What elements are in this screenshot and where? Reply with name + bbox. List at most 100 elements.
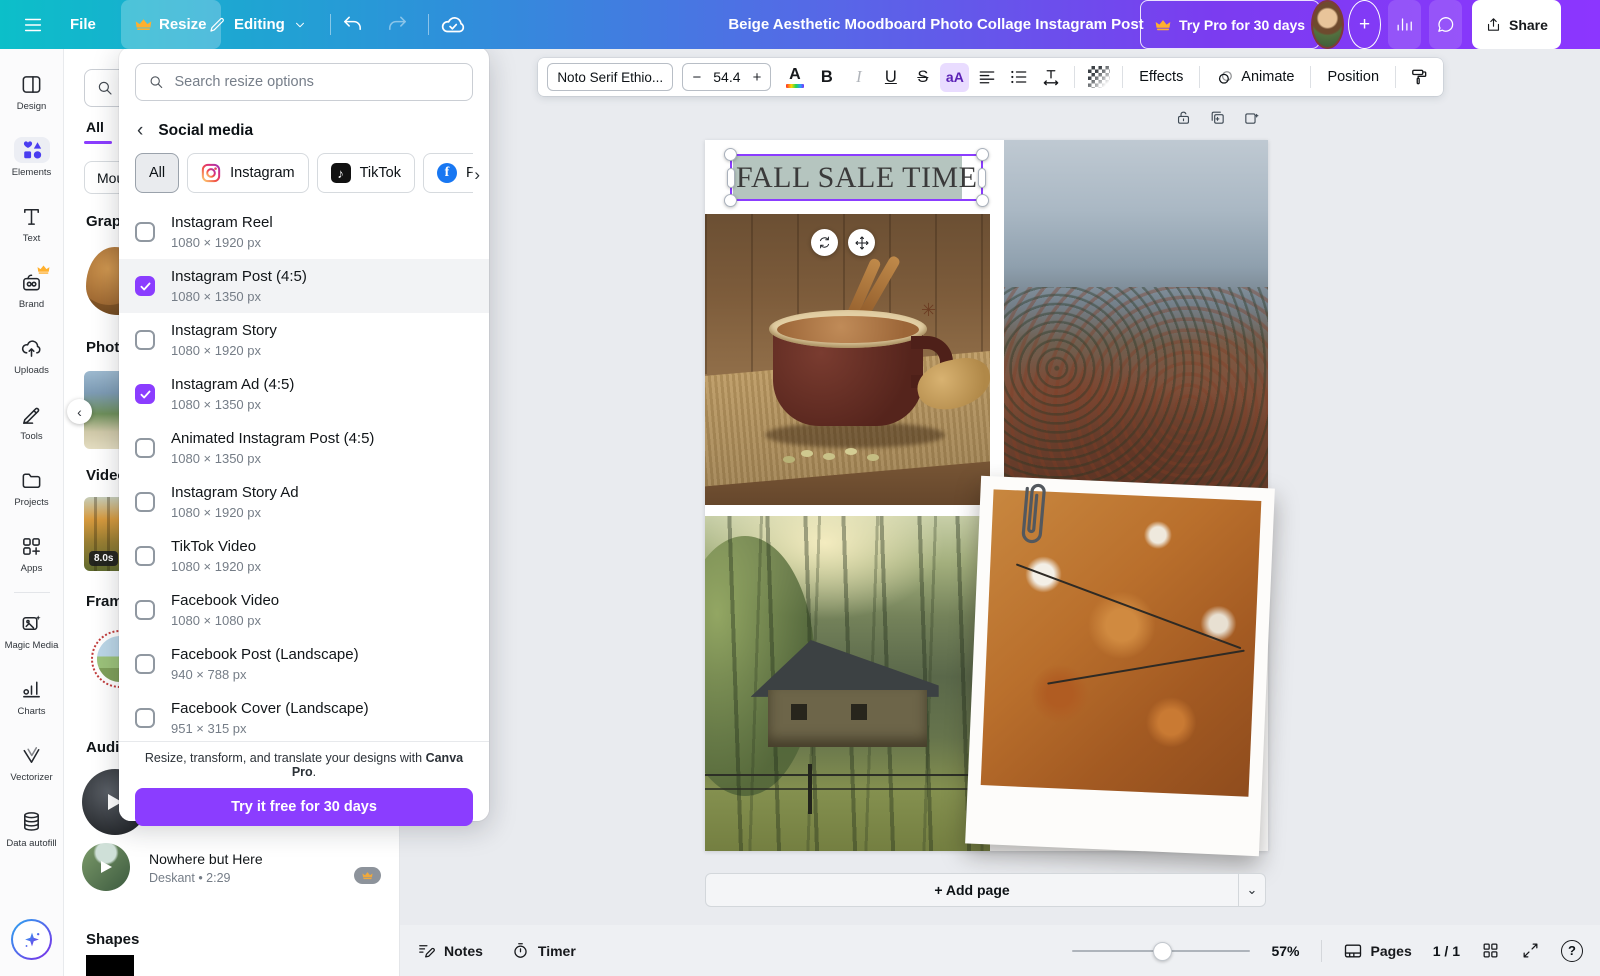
resize-handle-top-right[interactable]: [976, 148, 989, 161]
insights-button[interactable]: [1388, 0, 1421, 49]
rail-item-brand[interactable]: Brand: [0, 257, 64, 323]
avatar[interactable]: [1311, 0, 1344, 49]
resize-option-row[interactable]: Facebook Video 1080 × 1080 px: [119, 583, 489, 637]
document-title[interactable]: Beige Aesthetic Moodboard Photo Collage …: [755, 0, 1117, 49]
undo-button[interactable]: [341, 0, 364, 49]
increase-font-button[interactable]: +: [753, 69, 762, 86]
resize-option-row[interactable]: Instagram Ad (4:5) 1080 × 1350 px: [119, 367, 489, 421]
resize-option-row[interactable]: Instagram Post (4:5) 1080 × 1350 px: [119, 259, 489, 313]
resize-option-row[interactable]: Instagram Story 1080 × 1920 px: [119, 313, 489, 367]
rail-item-text[interactable]: Text: [0, 191, 64, 257]
chip-facebook[interactable]: f Faceb: [423, 153, 473, 193]
rail-item-charts[interactable]: Charts: [0, 664, 64, 730]
spacing-button[interactable]: [1036, 63, 1065, 92]
font-selector[interactable]: Noto Serif Ethio...: [547, 63, 673, 91]
try-pro-button[interactable]: Try Pro for 30 days: [1140, 0, 1320, 49]
shape-square-black[interactable]: [86, 955, 134, 976]
carousel-prev-button[interactable]: ‹: [67, 399, 92, 424]
redo-button[interactable]: [386, 0, 409, 49]
rail-item-apps[interactable]: Apps: [0, 521, 64, 587]
position-button[interactable]: Position: [1320, 69, 1386, 85]
photo-coffee-mug[interactable]: ✳: [705, 214, 990, 505]
rail-item-elements[interactable]: Elements: [0, 125, 64, 191]
effects-button[interactable]: Effects: [1132, 69, 1190, 85]
chip-tiktok[interactable]: ♪ TikTok: [317, 153, 415, 193]
decrease-font-button[interactable]: −: [692, 69, 701, 86]
resize-search-input[interactable]: [174, 74, 460, 90]
chips-scroll-chevron[interactable]: ›: [470, 164, 484, 186]
animate-button[interactable]: Animate: [1209, 68, 1301, 87]
add-page-icon-button[interactable]: [1243, 109, 1260, 131]
pages-button[interactable]: Pages: [1343, 941, 1412, 961]
list-button[interactable]: [1004, 63, 1033, 92]
rail-item-projects[interactable]: Projects: [0, 455, 64, 521]
rail-item-uploads[interactable]: Uploads: [0, 323, 64, 389]
option-checkbox[interactable]: [135, 600, 155, 620]
option-checkbox[interactable]: [135, 384, 155, 404]
magic-assistant-button[interactable]: [11, 919, 52, 960]
try-free-button[interactable]: Try it free for 30 days: [135, 788, 473, 826]
font-size-value[interactable]: 54.4: [713, 69, 740, 85]
resize-option-row[interactable]: Instagram Story Ad 1080 × 1920 px: [119, 475, 489, 529]
option-checkbox[interactable]: [135, 708, 155, 728]
zoom-slider[interactable]: [1072, 941, 1250, 961]
audio-thumbnail-2[interactable]: [82, 843, 130, 891]
resize-button[interactable]: Resize: [121, 0, 221, 49]
move-handle[interactable]: [848, 229, 875, 256]
cloud-sync-icon[interactable]: [440, 0, 466, 49]
rail-item-magic-media[interactable]: Magic Media: [0, 598, 64, 664]
notes-button[interactable]: Notes: [417, 941, 483, 960]
resize-option-row[interactable]: Facebook Cover (Landscape) 951 × 315 px: [119, 691, 489, 741]
duplicate-page-button[interactable]: [1209, 109, 1226, 131]
zoom-level[interactable]: 57%: [1271, 943, 1299, 959]
share-button[interactable]: Share: [1472, 0, 1561, 49]
italic-button[interactable]: I: [844, 63, 873, 92]
file-menu[interactable]: File: [70, 0, 96, 49]
resize-handle-left[interactable]: [727, 168, 735, 188]
text-case-button[interactable]: aA: [940, 63, 969, 92]
rail-item-data-autofill[interactable]: Data autofill: [0, 796, 64, 862]
photo-forest-cabin[interactable]: [705, 516, 990, 851]
transparency-button[interactable]: [1084, 63, 1113, 92]
tab-all[interactable]: All: [86, 119, 104, 135]
resize-handle-bottom-left[interactable]: [724, 194, 737, 207]
timer-button[interactable]: Timer: [511, 941, 576, 960]
underline-button[interactable]: U: [876, 63, 905, 92]
fullscreen-button[interactable]: [1521, 941, 1540, 960]
rail-item-design[interactable]: Design: [0, 59, 64, 125]
selection-box[interactable]: [730, 154, 983, 201]
copy-style-button[interactable]: [1405, 63, 1434, 92]
resize-option-row[interactable]: Animated Instagram Post (4:5) 1080 × 135…: [119, 421, 489, 475]
option-checkbox[interactable]: [135, 546, 155, 566]
resize-handle-top-left[interactable]: [724, 148, 737, 161]
strikethrough-button[interactable]: S: [908, 63, 937, 92]
rotate-handle[interactable]: [811, 229, 838, 256]
lock-page-button[interactable]: [1175, 109, 1192, 131]
resize-handle-right[interactable]: [978, 168, 986, 188]
audio-track-title[interactable]: Nowhere but Here: [149, 851, 263, 867]
add-page-caret[interactable]: ⌄: [1238, 874, 1265, 906]
resize-handle-bottom-right[interactable]: [976, 194, 989, 207]
resize-option-row[interactable]: Instagram Reel 1080 × 1920 px: [119, 205, 489, 259]
option-checkbox[interactable]: [135, 654, 155, 674]
grid-view-button[interactable]: [1481, 941, 1500, 960]
chip-all[interactable]: All: [135, 153, 179, 193]
text-color-button[interactable]: A: [780, 63, 809, 92]
hamburger-menu-icon[interactable]: [22, 0, 44, 49]
option-checkbox[interactable]: [135, 222, 155, 242]
resize-option-row[interactable]: Facebook Post (Landscape) 940 × 788 px: [119, 637, 489, 691]
zoom-slider-thumb[interactable]: [1153, 942, 1172, 961]
alignment-button[interactable]: [972, 63, 1001, 92]
back-to-categories[interactable]: ‹ Social media: [137, 120, 253, 142]
resize-option-row[interactable]: TikTok Video 1080 × 1920 px: [119, 529, 489, 583]
add-page-button[interactable]: + Add page: [706, 874, 1238, 906]
resize-search-box[interactable]: [135, 63, 473, 101]
option-checkbox[interactable]: [135, 438, 155, 458]
design-page[interactable]: ✳ FALL SALE TIME: [705, 140, 1268, 851]
photo-foggy-forest[interactable]: [1004, 140, 1268, 490]
help-button[interactable]: ?: [1561, 940, 1583, 962]
option-checkbox[interactable]: [135, 492, 155, 512]
add-member-button[interactable]: +: [1348, 0, 1381, 49]
bold-button[interactable]: B: [812, 63, 841, 92]
option-checkbox[interactable]: [135, 276, 155, 296]
